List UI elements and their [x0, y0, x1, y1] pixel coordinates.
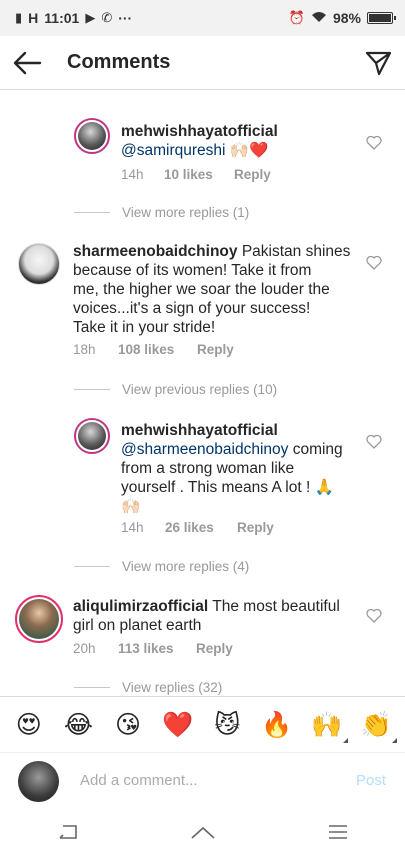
comment-text-line: yourself . This means A lot ! 🙏 — [121, 479, 334, 496]
comment-time: 14h — [121, 520, 144, 535]
comment-text-line: girl on planet earth — [73, 617, 202, 634]
emoji-quick-bar: 😍 😂 😘 ❤️ 😼 🔥 🙌 👏 — [0, 696, 405, 752]
comment-meta: 14h 26 likes Reply — [121, 520, 274, 535]
alarm-icon: ⏰ — [288, 10, 305, 25]
status-bar: ▮ H 11:01 ▶ ✆ ··· ⏰ 98% — [0, 0, 405, 36]
heart-icon[interactable] — [366, 135, 382, 150]
comment-emoji: 🙌🏻❤️ — [229, 142, 269, 159]
back-nav-button[interactable] — [48, 817, 88, 847]
cat-emoji-button[interactable]: 😼 — [208, 710, 246, 739]
back-button[interactable] — [12, 49, 42, 77]
reply-button[interactable]: Reply — [234, 167, 271, 182]
comment-reply: mehwishhayatofficial @samirqureshi 🙌🏻❤️ … — [0, 90, 405, 200]
back-nav-icon — [58, 824, 77, 839]
view-previous-replies[interactable]: View previous replies (10) — [74, 382, 277, 397]
comment-likes[interactable]: 113 likes — [118, 641, 196, 656]
post-button[interactable]: Post — [356, 772, 386, 789]
comment-reply: mehwishhayatofficial @sharmeenobaidchino… — [0, 410, 405, 550]
fire-emoji-button[interactable]: 🔥 — [258, 710, 296, 740]
comment-username[interactable]: mehwishhayatofficial — [121, 422, 278, 439]
comment-composer: Add a comment... Post — [0, 752, 405, 808]
avatar[interactable] — [18, 243, 60, 285]
page-title: Comments — [67, 51, 171, 73]
comments-list[interactable]: mehwishhayatofficial @samirqureshi 🙌🏻❤️ … — [0, 90, 405, 696]
heart-icon[interactable] — [366, 255, 382, 270]
status-time: 11:01 — [44, 10, 80, 26]
heart-eyes-emoji-button[interactable]: 😍 — [10, 710, 48, 739]
comment-text-line: voices...it's a sign of your success! — [73, 300, 311, 317]
system-nav-bar — [0, 808, 405, 855]
comment-time: 20h — [73, 641, 96, 656]
comment-text-line: me, the higher we soar the louder the — [73, 281, 330, 298]
reply-button[interactable]: Reply — [237, 520, 274, 535]
view-more-replies[interactable]: View more replies (1) — [74, 205, 249, 220]
comment-text-line: coming — [288, 441, 343, 458]
comment-input[interactable]: Add a comment... — [80, 772, 198, 789]
comment-meta: 20h 113 likes Reply — [73, 641, 233, 656]
arrow-left-icon — [13, 51, 42, 75]
comment-mention[interactable]: @sharmeenobaidchinoy — [121, 441, 288, 458]
youtube-icon: ▶ — [85, 10, 96, 25]
comment-text-line: Take it in your stride! — [73, 319, 216, 336]
battery-icon — [367, 12, 396, 24]
wifi-icon — [311, 11, 327, 26]
network-type: H — [28, 10, 39, 26]
comment-emoji: 🙌🏻 — [121, 498, 141, 515]
comments-header: Comments — [0, 36, 405, 90]
comment: aliqulimirzaofficial The most beautiful … — [0, 590, 405, 670]
kiss-emoji-button[interactable]: 😘 — [109, 710, 147, 739]
heart-icon[interactable] — [366, 434, 382, 449]
reply-button[interactable]: Reply — [196, 641, 233, 656]
comment-username[interactable]: mehwishhayatofficial — [121, 123, 278, 140]
recents-nav-button[interactable] — [318, 817, 358, 847]
direct-send-button[interactable] — [364, 49, 392, 77]
raised-hands-emoji-button[interactable]: 🙌 — [308, 709, 348, 743]
comment-time: 18h — [73, 342, 96, 357]
more-notifications: ··· — [118, 10, 133, 26]
avatar[interactable] — [74, 118, 110, 154]
avatar[interactable] — [15, 595, 63, 643]
comment-username[interactable]: aliqulimirzaofficial — [73, 598, 208, 615]
comment-time: 14h — [121, 167, 144, 182]
comment-username[interactable]: sharmeenobaidchinoy — [73, 243, 238, 260]
comment-likes[interactable]: 26 likes — [165, 520, 237, 535]
comment: sharmeenobaidchinoy Pakistan shines beca… — [0, 235, 405, 365]
clapping-emoji-button[interactable]: 👏 — [357, 709, 398, 743]
tears-of-joy-emoji-button[interactable]: 😂 — [59, 710, 97, 739]
menu-nav-icon — [328, 824, 347, 839]
comment-meta: 18h 108 likes Reply — [73, 342, 234, 357]
phone-icon: ✆ — [101, 10, 113, 25]
skin-tone-indicator — [392, 737, 398, 743]
reply-button[interactable]: Reply — [197, 342, 234, 357]
heart-icon[interactable] — [366, 608, 382, 623]
comment-text-line: The most beautiful — [212, 598, 340, 615]
red-heart-emoji-button[interactable]: ❤️ — [159, 710, 197, 740]
comment-mention[interactable]: @samirqureshi — [121, 142, 225, 159]
raised-hands-emoji: 🙌 — [310, 709, 343, 739]
signal-icon: ▮ — [15, 10, 23, 25]
comment-text-line: Pakistan shines — [241, 243, 351, 260]
skin-tone-indicator — [342, 737, 348, 743]
comment-text-line: from a strong woman like — [121, 460, 295, 477]
view-more-replies[interactable]: View more replies (4) — [74, 559, 249, 574]
comment-likes[interactable]: 10 likes — [164, 167, 234, 182]
comment-likes[interactable]: 108 likes — [118, 342, 197, 357]
comment-meta: 14h 10 likes Reply — [121, 167, 271, 182]
home-nav-button[interactable] — [183, 817, 223, 847]
comment-text-line: because of its women! Take it from — [73, 262, 312, 279]
battery-percent: 98% — [332, 10, 361, 26]
paper-plane-icon — [365, 51, 392, 76]
home-nav-icon — [190, 826, 215, 839]
view-replies[interactable]: View replies (32) — [74, 680, 222, 695]
clapping-emoji: 👏 — [360, 709, 392, 739]
current-user-avatar — [18, 761, 59, 802]
avatar[interactable] — [74, 418, 110, 454]
